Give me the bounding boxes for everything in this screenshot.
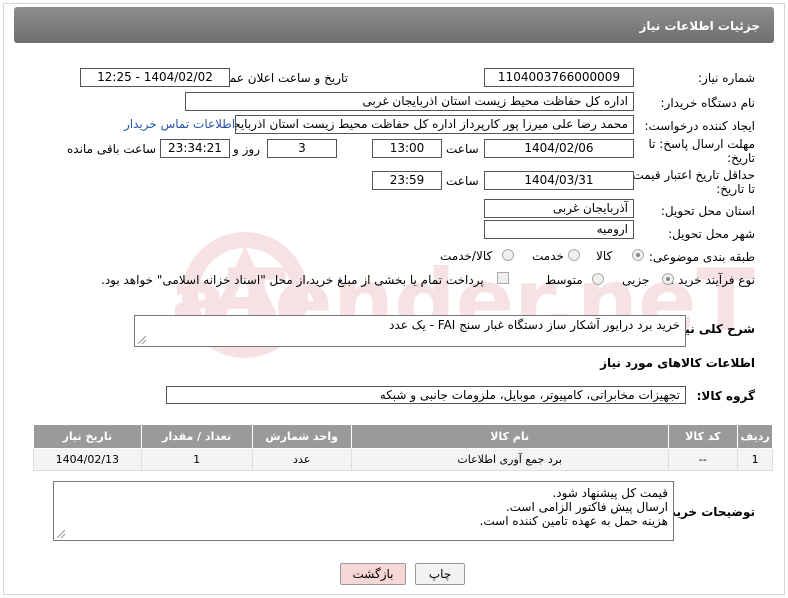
need-number-label: شماره نیاز: (698, 71, 755, 85)
cell-row: 1 (737, 448, 773, 471)
back-button[interactable]: بازگشت (340, 563, 406, 585)
process-radio-medium[interactable] (592, 273, 604, 285)
description-field: خرید برد درایور آشکار ساز دستگاه غبار سن… (134, 315, 686, 347)
cell-name: برد جمع آوری اطلاعات (350, 448, 669, 471)
category-label: طبقه بندی موضوعی: (648, 250, 755, 264)
print-button[interactable]: چاپ (415, 563, 465, 585)
col-header-date: تاریخ نیاز (33, 424, 142, 449)
treasury-checkbox[interactable] (497, 272, 509, 284)
goods-table: ردیف کد کالا نام کالا واحد شمارش تعداد /… (33, 424, 773, 471)
col-header-row: ردیف (737, 424, 773, 449)
remaining-label: ساعت باقی مانده (67, 142, 157, 156)
creator-label: ایجاد کننده درخواست: (644, 119, 755, 133)
buyer-org-label: نام دستگاه خریدار: (660, 96, 756, 110)
creator-field: محمد رضا علی میرزا پور کارپرداز اداره کل… (235, 115, 634, 134)
goods-group-label: گروه کالا: (696, 389, 755, 403)
remaining-time-field: 23:34:21 (160, 139, 230, 158)
goods-section-title: اطلاعات کالاهای مورد نیاز (600, 356, 755, 370)
validity-label: حداقل تاریخ اعتبار قیمت: (628, 168, 755, 182)
deadline-time-label: ساعت (446, 142, 479, 156)
deadline-label-date: تاریخ: (727, 151, 755, 165)
days-label: روز و (233, 142, 260, 156)
category-radio-service[interactable] (568, 249, 580, 261)
process-option-minor: جزیی (622, 273, 650, 287)
validity-time-field: 23:59 (372, 171, 442, 190)
announce-field: 1404/02/02 - 12:25 (80, 68, 230, 87)
col-header-code: کد کالا (667, 424, 739, 449)
category-option-goods: کالا (596, 249, 613, 263)
deadline-label: مهلت ارسال پاسخ: تا (648, 137, 755, 151)
city-label: شهر محل تحویل: (668, 227, 755, 241)
cell-date: 1404/02/13 (33, 448, 142, 471)
deadline-time-field: 13:00 (372, 139, 442, 158)
province-field: آذربایجان غربی (484, 199, 634, 218)
days-field: 3 (267, 139, 337, 158)
payment-note: پرداخت تمام یا بخشی از مبلغ خرید،از محل … (101, 273, 484, 287)
buyer-notes-field: قیمت کل پیشنهاد شود. ارسال پیش فاکتور ال… (53, 481, 674, 541)
cell-code: -- (667, 448, 739, 471)
city-field: ارومیه (484, 220, 634, 239)
col-header-qty: تعداد / مقدار (140, 424, 253, 449)
process-option-medium: متوسط (545, 273, 583, 287)
validity-time-label: ساعت (446, 174, 479, 188)
validity-date-field: 1404/03/31 (484, 171, 634, 190)
buyer-note-line: ارسال پیش فاکتور الزامی است. (505, 500, 668, 514)
resize-handle-icon[interactable] (57, 530, 65, 538)
province-label: استان محل تحویل: (660, 204, 755, 218)
need-number-field: 1104003766000009 (484, 68, 634, 87)
validity-label-date: تا تاریخ: (716, 182, 755, 196)
contact-info-link[interactable]: اطلاعات تماس خریدار (124, 117, 235, 131)
buyer-note-line: هزینه حمل به عهده تامین کننده است. (479, 514, 668, 528)
buyer-note-line: قیمت کل پیشنهاد شود. (552, 486, 668, 500)
process-label: نوع فرآیند خرید : (670, 273, 755, 287)
cell-qty: 1 (140, 448, 253, 471)
page-title: جزئیات اطلاعات نیاز (14, 7, 774, 43)
table-header-row: ردیف کد کالا نام کالا واحد شمارش تعداد /… (33, 424, 773, 449)
description-text: خرید برد درایور آشکار ساز دستگاه غبار سن… (389, 318, 680, 332)
buyer-org-field: اداره کل حفاظت محیط زیست استان اذربایجان… (185, 92, 634, 111)
category-option-both: کالا/خدمت (440, 249, 493, 263)
category-radio-both[interactable] (502, 249, 514, 261)
col-header-unit: واحد شمارش (251, 424, 352, 449)
process-radio-minor[interactable] (662, 273, 674, 285)
deadline-date-field: 1404/02/06 (484, 139, 634, 158)
resize-handle-icon[interactable] (138, 336, 146, 344)
col-header-name: نام کالا (350, 424, 669, 449)
goods-group-field: تجهیزات مخابراتی، کامپیوتر، موبایل، ملزو… (166, 386, 686, 404)
category-option-service: خدمت (532, 249, 564, 263)
category-radio-goods[interactable] (632, 249, 644, 261)
table-row: 1 -- برد جمع آوری اطلاعات عدد 1 1404/02/… (33, 448, 773, 471)
cell-unit: عدد (251, 448, 352, 471)
